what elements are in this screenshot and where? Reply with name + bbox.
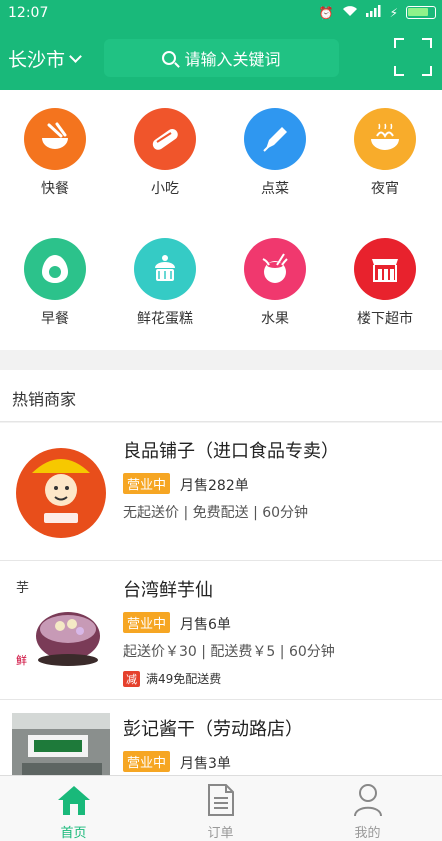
- noodle-bowl-icon: [354, 108, 416, 170]
- promo-row: 减 满49免配送费: [123, 670, 221, 687]
- bottom-tab-bar: 首页 订单 我的: [0, 775, 442, 841]
- bowl-chopsticks-icon: [24, 108, 86, 170]
- svg-text:芋: 芋: [16, 581, 29, 596]
- shop-name: 彭记酱干（劳动路店）: [123, 719, 303, 740]
- user-icon: [294, 782, 441, 818]
- tab-label: 我的: [354, 826, 381, 841]
- pen-icon: [244, 108, 306, 170]
- category-zaocan[interactable]: 早餐: [0, 220, 110, 327]
- status-badge: 营业中: [123, 473, 171, 494]
- category-label: 水果: [261, 311, 289, 327]
- category-diancai[interactable]: 点菜: [220, 90, 330, 197]
- category-xiaochi[interactable]: 小吃: [110, 90, 220, 197]
- promo-text: 满49免配送费: [146, 672, 222, 686]
- category-label: 鲜花蛋糕: [137, 311, 193, 327]
- city-label: 长沙市: [8, 49, 66, 71]
- app-bar: 长沙市 请输入关键词: [0, 27, 442, 90]
- category-label: 点菜: [261, 181, 289, 197]
- tab-label: 首页: [60, 826, 87, 841]
- shop-name: 台湾鲜芋仙: [123, 580, 213, 601]
- shop-name: 良品铺子（进口食品专卖）: [123, 441, 339, 462]
- monthly-sales: 月售282单: [180, 478, 249, 494]
- monthly-sales: 月售6单: [180, 617, 231, 633]
- category-label: 小吃: [151, 181, 179, 197]
- shop-item-xianyuxian[interactable]: 芋 鲜 台湾鲜芋仙 营业中 月售6单 起送价￥30 | 配送费￥5 | 60分钟…: [0, 562, 442, 700]
- category-label: 快餐: [41, 181, 69, 197]
- tab-label: 订单: [207, 826, 234, 841]
- shop-logo: [12, 713, 110, 775]
- delivery-info: 无起送价 | 免费配送 | 60分钟: [123, 505, 309, 521]
- category-kuaican[interactable]: 快餐: [0, 90, 110, 197]
- monthly-sales: 月售3单: [180, 756, 231, 772]
- status-time: 12:07: [8, 5, 49, 21]
- section-title: 热销商家: [12, 390, 77, 409]
- category-label: 早餐: [41, 311, 69, 327]
- wifi-icon: [342, 5, 358, 20]
- top-bar: 12:07 ⏰ ⚡ 长沙市 请输入关键词: [0, 0, 442, 90]
- category-yexiao[interactable]: 夜宵: [330, 90, 440, 197]
- egg-icon: [24, 238, 86, 300]
- document-icon: [147, 782, 294, 818]
- search-icon: [162, 51, 177, 65]
- status-icons: ⏰ ⚡: [319, 5, 436, 20]
- coconut-icon: [244, 238, 306, 300]
- category-grid: 快餐 小吃 点菜 夜宵 早餐 鲜花蛋糕 水果 楼下超市: [0, 90, 442, 350]
- tab-orders[interactable]: 订单: [147, 782, 294, 841]
- shop-item-pengji[interactable]: 彭记酱干（劳动路店） 营业中 月售3单: [0, 701, 442, 775]
- cake-icon: [134, 238, 196, 300]
- tab-home[interactable]: 首页: [0, 782, 147, 841]
- shop-item-liangpin[interactable]: 良品铺子（进口食品专卖） 营业中 月售282单 无起送价 | 免费配送 | 60…: [0, 423, 442, 561]
- delivery-info: 起送价￥30 | 配送费￥5 | 60分钟: [123, 644, 335, 660]
- status-badge: 营业中: [123, 751, 171, 772]
- category-shuiguo[interactable]: 水果: [220, 220, 330, 327]
- hotdog-icon: [134, 108, 196, 170]
- battery-icon: [406, 6, 436, 19]
- store-icon: [354, 238, 416, 300]
- scan-button[interactable]: [394, 38, 432, 76]
- search-placeholder: 请输入关键词: [184, 50, 281, 69]
- status-badge: 营业中: [123, 612, 171, 633]
- chevron-down-icon: [69, 49, 82, 63]
- category-label: 夜宵: [371, 181, 399, 197]
- signal-icon: [365, 5, 382, 20]
- charging-icon: ⚡: [389, 5, 398, 20]
- home-icon: [0, 782, 147, 818]
- tab-profile[interactable]: 我的: [294, 782, 441, 841]
- svg-text:鲜: 鲜: [16, 653, 27, 667]
- shop-logo: 芋 鲜: [12, 574, 110, 686]
- discount-badge: 减: [123, 670, 140, 687]
- scan-icon: [394, 38, 404, 48]
- shop-logo: [12, 435, 110, 547]
- hot-shops-header: 热销商家: [0, 370, 442, 422]
- category-label: 楼下超市: [357, 311, 413, 327]
- status-bar: 12:07 ⏰ ⚡: [0, 0, 442, 27]
- search-input[interactable]: 请输入关键词: [104, 39, 339, 77]
- category-louxia-chaoshi[interactable]: 楼下超市: [330, 220, 440, 327]
- city-selector[interactable]: 长沙市: [8, 45, 82, 72]
- alarm-icon: ⏰: [318, 5, 334, 20]
- shop-list[interactable]: 良品铺子（进口食品专卖） 营业中 月售282单 无起送价 | 免费配送 | 60…: [0, 423, 442, 775]
- category-xianhua-dangao[interactable]: 鲜花蛋糕: [110, 220, 220, 327]
